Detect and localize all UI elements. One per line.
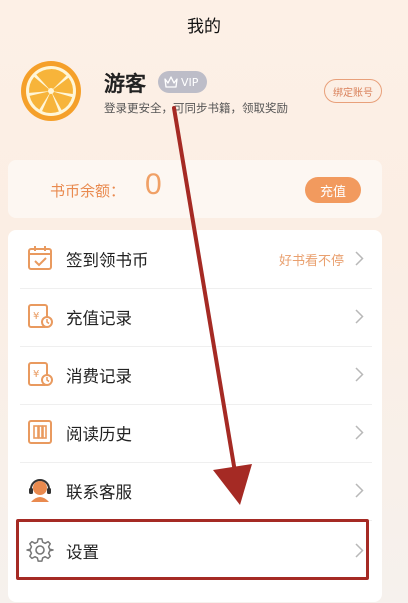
- menu-item-label: 阅读历史: [66, 425, 132, 444]
- vip-label: VIP: [181, 75, 199, 89]
- menu-item-recharge-record[interactable]: ¥ 充值记录: [8, 288, 382, 346]
- user-name[interactable]: 游客: [104, 68, 146, 98]
- recharge-record-icon: ¥: [28, 304, 53, 328]
- page-title: 我的: [187, 17, 221, 37]
- chevron-right-icon: [355, 367, 364, 382]
- menu-item-consume-record[interactable]: ¥ 消费记录: [8, 346, 382, 404]
- balance-value: 0: [145, 168, 162, 201]
- chevron-right-icon: [355, 309, 364, 324]
- chevron-right-icon: [355, 483, 364, 498]
- recharge-button[interactable]: 充值: [305, 177, 361, 203]
- menu-item-label: 充值记录: [66, 309, 132, 328]
- vip-badge: VIP: [158, 71, 207, 93]
- menu-item-checkin[interactable]: 签到领书币 好书看不停: [8, 230, 382, 288]
- avatar[interactable]: [20, 60, 82, 122]
- annotation-highlight-box: [16, 519, 369, 580]
- menu-item-label: 消费记录: [66, 367, 132, 386]
- chevron-right-icon: [355, 425, 364, 440]
- customer-service-icon: [29, 479, 51, 502]
- menu-item-reading-history[interactable]: 阅读历史: [8, 404, 382, 462]
- menu-item-extra: 好书看不停: [278, 254, 344, 269]
- balance-card: 书币余额： 0 充值: [8, 160, 382, 218]
- balance-label: 书币余额：: [50, 182, 126, 200]
- user-description: 登录更安全，可同步书籍，领取奖励: [104, 101, 288, 115]
- bind-account-button[interactable]: 绑定账号: [324, 79, 382, 103]
- calendar-check-icon: [28, 246, 52, 270]
- consume-record-icon: ¥: [28, 362, 53, 386]
- crown-icon: [164, 76, 178, 88]
- menu-item-customer-service[interactable]: 联系客服: [8, 462, 382, 520]
- chevron-right-icon: [355, 251, 364, 266]
- book-history-icon: [28, 420, 52, 444]
- svg-text:¥: ¥: [33, 369, 39, 380]
- svg-text:¥: ¥: [33, 311, 39, 322]
- orange-slice-icon: [21, 61, 81, 121]
- menu-item-label: 签到领书币: [66, 251, 149, 270]
- menu-item-label: 联系客服: [66, 483, 132, 502]
